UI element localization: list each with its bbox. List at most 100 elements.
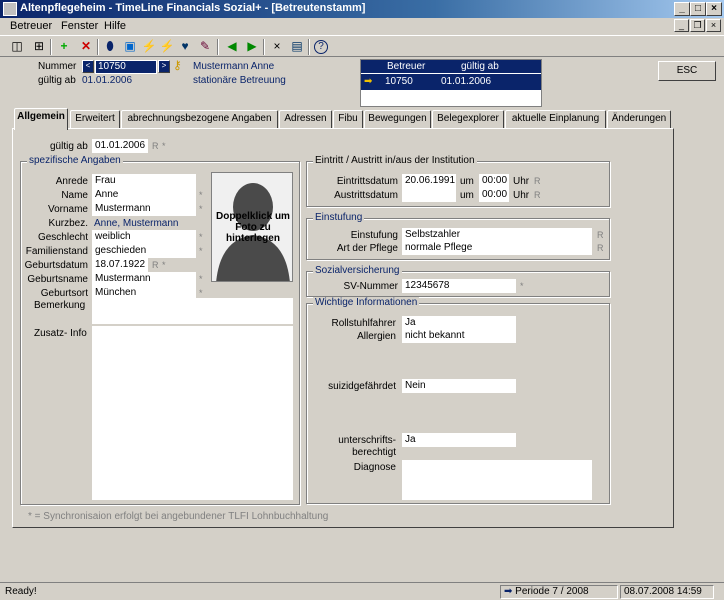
bemerkung-field[interactable] <box>92 298 293 324</box>
familienstand-field[interactable]: geschieden <box>92 244 196 258</box>
tab-abrechnung[interactable]: abrechnungsbezogene Angaben <box>121 110 278 129</box>
tools-icon[interactable]: ✎ <box>196 38 214 56</box>
header-gueltig-label: gültig ab <box>38 75 76 86</box>
r-marker: R <box>534 176 541 186</box>
column-header-betreuer[interactable]: Betreuer <box>387 60 425 73</box>
wichtig-group-title: Wichtige Informationen <box>313 297 420 309</box>
app-icon[interactable] <box>3 2 17 16</box>
help-icon[interactable]: ? <box>314 40 328 54</box>
mdi-restore-icon[interactable]: ❐ <box>690 19 705 32</box>
maximize-icon[interactable]: □ <box>690 2 706 16</box>
cancel-icon[interactable]: × <box>268 38 286 56</box>
austritt-time-field[interactable]: 00:00 <box>479 188 509 202</box>
pflege-label: Art der Pflege <box>336 243 398 254</box>
geschlecht-label: Geschlecht <box>37 232 88 243</box>
r-marker: R <box>152 260 159 270</box>
geschlecht-field[interactable]: weiblich <box>92 230 196 244</box>
sync-star: * <box>199 232 203 242</box>
vorname-field[interactable]: Mustermann <box>92 202 196 216</box>
sync-star: * <box>199 274 203 284</box>
previous-icon[interactable]: ◀ <box>223 38 241 56</box>
einstufung-group-title: Einstufung <box>313 212 365 224</box>
tab-allgemein[interactable]: Allgemein <box>14 108 68 130</box>
export-icon[interactable]: ▤ <box>288 38 306 56</box>
database-icon[interactable]: ⬮ <box>101 38 119 56</box>
diagnose-label: Diagnose <box>353 462 396 473</box>
next-record-icon[interactable]: > <box>158 60 170 73</box>
rollstuhl-field[interactable]: Ja <box>402 316 516 330</box>
unterschrift-field[interactable]: Ja <box>402 433 516 447</box>
tab-bewegungen[interactable]: Bewegungen <box>364 110 431 129</box>
nummer-label: Nummer <box>38 61 77 72</box>
sync-star: * <box>162 141 166 151</box>
sync-star: * <box>199 246 203 256</box>
nummer-field[interactable]: 10750 <box>95 60 157 74</box>
kurzbez-value: Anne, Mustermann <box>94 218 179 229</box>
diagnose-field[interactable] <box>402 460 592 500</box>
tab-adressen[interactable]: Adressen <box>279 110 332 129</box>
person-name: Mustermann Anne <box>193 61 275 72</box>
toolbar-separator <box>217 39 219 55</box>
menu-betreuer[interactable]: Betreuer <box>10 20 52 32</box>
pflege-field[interactable]: normale Pflege <box>402 241 592 255</box>
toolbar-separator <box>308 39 310 55</box>
window-title: Altenpflegeheim - TimeLine Financials So… <box>20 2 366 14</box>
care-type: stationäre Betreuung <box>193 75 286 86</box>
prev-record-icon[interactable]: < <box>82 60 94 73</box>
esc-button[interactable]: ESC <box>658 61 716 81</box>
tab-aktuelle-einplanung[interactable]: aktuelle Einplanung <box>505 110 606 129</box>
menu-hilfe[interactable]: Hilfe <box>104 20 126 32</box>
geburtsname-field[interactable]: Mustermann <box>92 272 196 286</box>
toolbar: ◫ ⊞ + ✕ ⬮ ▣ ⚡ ⚡ ♥ ✎ ◀ ▶ × ▤ ? <box>0 35 724 57</box>
allergien-field[interactable]: nicht bekannt <box>402 329 516 343</box>
add-icon[interactable]: + <box>55 38 73 56</box>
name-field[interactable]: Anne <box>92 188 196 202</box>
tab-erweitert[interactable]: Erweitert <box>70 110 120 129</box>
periode-arrow-icon: ➡ <box>504 586 513 597</box>
eintritt-time-field[interactable]: 00:00 <box>479 174 509 188</box>
column-header-gueltig[interactable]: gültig ab <box>461 60 499 73</box>
um-label: um <box>460 176 474 187</box>
einstufung-field[interactable]: Selbstzahler <box>402 228 592 242</box>
geburtsdatum-field[interactable]: 18.07.1922 <box>92 258 148 272</box>
r-marker: R <box>534 190 541 200</box>
name-label: Name <box>61 190 88 201</box>
suizid-field[interactable]: Nein <box>402 379 516 393</box>
austritt-date-field[interactable] <box>402 188 456 202</box>
tab-fibu[interactable]: Fibu <box>333 110 363 129</box>
minimize-icon[interactable]: _ <box>674 2 690 16</box>
mdi-minimize-icon[interactable]: _ <box>674 19 689 32</box>
table-row[interactable]: ➡ 10750 01.01.2006 <box>361 74 541 90</box>
delete-icon[interactable]: ✕ <box>77 38 95 56</box>
eintritt-date-field[interactable]: 20.06.1991 <box>402 174 456 188</box>
austritt-label: Austrittsdatum <box>334 190 398 201</box>
lightning-icon[interactable]: ⚡ <box>140 38 158 56</box>
save-icon[interactable]: ▣ <box>121 38 139 56</box>
toolbar-separator <box>263 39 265 55</box>
sv-field[interactable]: 12345678 <box>402 279 516 293</box>
photo-placeholder[interactable]: Doppelklick um Foto zu hinterlegen <box>211 172 293 282</box>
anrede-field[interactable]: Frau <box>92 174 196 188</box>
heart-icon[interactable]: ♥ <box>176 38 194 56</box>
tab-aenderungen[interactable]: Änderungen <box>607 110 671 129</box>
uhr-label: Uhr <box>513 190 530 201</box>
split-view-icon[interactable]: ◫ <box>8 38 26 56</box>
tree-view-icon[interactable]: ⊞ <box>30 38 48 56</box>
sync-star: * <box>162 260 166 270</box>
r-marker: R <box>597 230 604 240</box>
gueltig-field[interactable]: 01.01.2006 <box>92 139 148 153</box>
periode-text: Periode 7 / 2008 <box>515 586 589 597</box>
mdi-close-icon[interactable]: × <box>706 19 721 32</box>
close-icon[interactable]: × <box>706 2 722 16</box>
gueltig-label: gültig ab <box>50 141 88 152</box>
lightning-2-icon[interactable]: ⚡ <box>158 38 176 56</box>
key-icon[interactable]: ⚷ <box>173 59 182 71</box>
menu-bar: Betreuer Fenster Hilfe <box>0 18 724 35</box>
next-icon[interactable]: ▶ <box>243 38 261 56</box>
status-ready: Ready! <box>5 586 37 597</box>
tab-belegexplorer[interactable]: Belegexplorer <box>432 110 504 129</box>
menu-fenster[interactable]: Fenster <box>61 20 98 32</box>
familienstand-label: Familienstand <box>25 246 88 257</box>
vorname-label: Vorname <box>47 204 88 215</box>
zusatz-field[interactable] <box>92 326 293 500</box>
